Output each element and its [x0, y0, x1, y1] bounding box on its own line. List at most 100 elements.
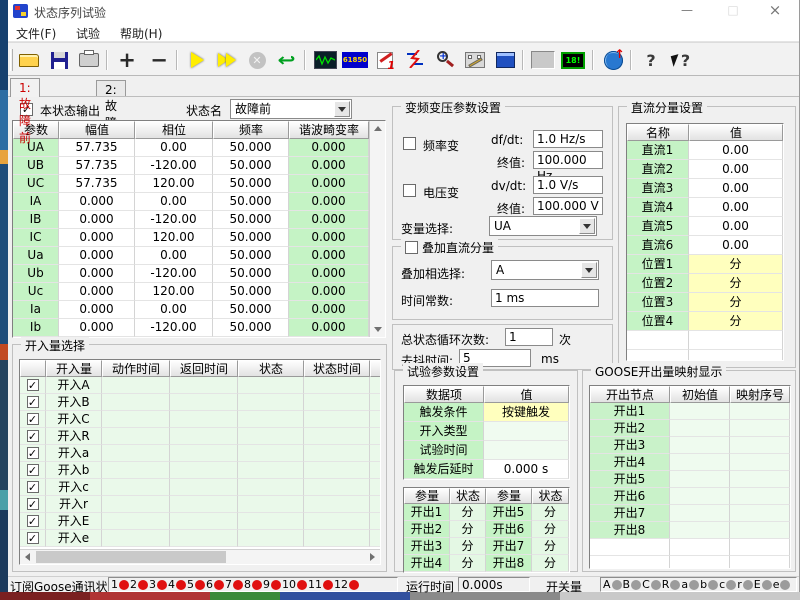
harmonic-cell[interactable]: 0.000 — [289, 337, 369, 338]
checkbox-checked-icon[interactable]: ✓ — [27, 396, 39, 408]
dc-value-cell[interactable]: 分 — [689, 274, 783, 293]
data-item-cell[interactable]: 试验时间 — [404, 441, 484, 460]
mapping-cell[interactable] — [370, 428, 380, 445]
state-cell[interactable] — [238, 530, 304, 547]
mapping-cell[interactable] — [370, 513, 380, 530]
dc-value-cell[interactable]: 分 — [689, 293, 783, 312]
checkbox-checked-icon[interactable]: ✓ — [27, 447, 39, 459]
action-time-cell[interactable] — [102, 428, 170, 445]
amplitude-cell[interactable]: 0.000 — [59, 283, 135, 301]
goose-initial-cell[interactable] — [670, 539, 730, 556]
data-item-cell[interactable]: 开入类型 — [404, 422, 484, 441]
mapping-cell[interactable] — [370, 462, 380, 479]
phase-cell[interactable]: -120.00 — [135, 157, 213, 175]
amplitude-cell[interactable]: 0.000 — [59, 265, 135, 283]
phase-cell[interactable]: -120.00 — [135, 211, 213, 229]
save-button[interactable] — [46, 47, 72, 73]
row-checkbox-cell[interactable]: ✓ — [20, 411, 46, 428]
phase-cell[interactable]: 120.00 — [135, 175, 213, 193]
goose-mapping-cell[interactable] — [730, 403, 790, 420]
input-name-cell[interactable]: 开入b — [46, 462, 102, 479]
led-display-button[interactable]: 18! — [560, 47, 586, 73]
state-cell[interactable] — [238, 479, 304, 496]
input-name-cell[interactable]: 开入B — [46, 394, 102, 411]
run-continuous-button[interactable] — [214, 47, 240, 73]
stop-button[interactable]: ✕ — [244, 47, 270, 73]
out-name-cell[interactable]: 开出6 — [486, 521, 532, 538]
col-data-item[interactable]: 数据项 — [404, 386, 484, 403]
input-name-cell[interactable]: 开入R — [46, 428, 102, 445]
col-out-param2[interactable]: 参量 — [486, 488, 532, 504]
mapping-cell[interactable] — [370, 445, 380, 462]
frequency-cell[interactable]: 50.000 — [213, 175, 289, 193]
col-out-param1[interactable]: 参量 — [404, 488, 450, 504]
return-time-cell[interactable] — [170, 479, 238, 496]
row-checkbox-cell[interactable]: ✓ — [20, 479, 46, 496]
col-amplitude[interactable]: 幅值 — [59, 121, 135, 139]
goose-initial-cell[interactable] — [670, 488, 730, 505]
phase-cell[interactable]: 120.00 — [135, 337, 213, 338]
param-name-cell[interactable]: IA — [13, 193, 59, 211]
dvdt-input[interactable]: 1.0 V/s — [533, 176, 603, 194]
col-initial-value[interactable]: 初始值 — [670, 386, 730, 403]
frequency-cell[interactable]: 50.000 — [213, 229, 289, 247]
dc-value-cell[interactable]: 分 — [689, 255, 783, 274]
goose-mapping-cell[interactable] — [730, 539, 790, 556]
dc-name-cell[interactable] — [627, 350, 689, 360]
dc-name-cell[interactable]: 直流3 — [627, 179, 689, 198]
col-return-time[interactable]: 返回时间 — [170, 360, 238, 377]
goose-node-cell[interactable] — [590, 539, 670, 556]
volt-final-input[interactable]: 100.000 V — [533, 197, 603, 215]
col-action-time[interactable]: 动作时间 — [102, 360, 170, 377]
harmonic-cell[interactable]: 0.000 — [289, 301, 369, 319]
goose-mapping-cell[interactable] — [730, 454, 790, 471]
data-value-cell[interactable]: 0.000 s — [484, 460, 569, 479]
harmonic-cell[interactable]: 0.000 — [289, 265, 369, 283]
frequency-cell[interactable]: 50.000 — [213, 157, 289, 175]
data-value-cell[interactable]: 按键触发 — [484, 403, 569, 422]
phase-cell[interactable]: 0.00 — [135, 247, 213, 265]
state-time-cell[interactable] — [304, 479, 370, 496]
phase-cell[interactable]: 0.00 — [135, 139, 213, 157]
param-name-cell[interactable]: IB — [13, 211, 59, 229]
amplitude-cell[interactable]: 0.000 — [59, 301, 135, 319]
menu-help[interactable]: 帮助(H) — [120, 25, 162, 42]
out-state-cell[interactable]: 分 — [450, 555, 486, 572]
phase-cell[interactable]: 0.00 — [135, 301, 213, 319]
goose-node-cell[interactable]: 开出3 — [590, 437, 670, 454]
phase-select[interactable]: A — [491, 260, 599, 280]
goose-node-cell[interactable]: 开出6 — [590, 488, 670, 505]
state-time-cell[interactable] — [304, 428, 370, 445]
col-input-name[interactable]: 开入量 — [46, 360, 102, 377]
harmonic-cell[interactable]: 0.000 — [289, 193, 369, 211]
harmonic-cell[interactable]: 0.000 — [289, 211, 369, 229]
action-time-cell[interactable] — [102, 513, 170, 530]
col-state[interactable]: 状态 — [238, 360, 304, 377]
input-name-cell[interactable]: 开入E — [46, 513, 102, 530]
maximize-button[interactable]: □ — [717, 0, 749, 22]
harmonic-cell[interactable]: 0.000 — [289, 319, 369, 337]
phase-cell[interactable]: -120.00 — [135, 265, 213, 283]
freq-change-checkbox[interactable] — [403, 137, 416, 153]
row-checkbox-cell[interactable]: ✓ — [20, 530, 46, 547]
tab-state-1[interactable]: 1:故障前 — [10, 78, 40, 97]
waveform-monitor-button[interactable] — [312, 47, 338, 73]
col-out-state1[interactable]: 状态 — [450, 488, 486, 504]
blank-button[interactable] — [530, 47, 556, 73]
out-state-cell[interactable]: 分 — [532, 504, 569, 521]
state-cell[interactable] — [238, 428, 304, 445]
data-item-cell[interactable]: 触发后延时 — [404, 460, 484, 479]
mapping-cell[interactable] — [370, 411, 380, 428]
add-state-button[interactable]: + — [114, 47, 140, 73]
col-mapping-index[interactable]: 映射序号 — [730, 386, 790, 403]
goose-mapping-cell[interactable] — [730, 437, 790, 454]
checkbox-unchecked-icon[interactable] — [403, 184, 416, 197]
dc-name-cell[interactable]: 直流4 — [627, 198, 689, 217]
menu-test[interactable]: 试验 — [76, 25, 100, 42]
iec61850-button[interactable]: 61850 — [342, 47, 368, 73]
dc-value-cell[interactable]: 分 — [689, 312, 783, 331]
goose-mapping-cell[interactable] — [730, 522, 790, 539]
run-button[interactable] — [184, 47, 210, 73]
param-name-cell[interactable]: Ib — [13, 319, 59, 337]
state-cell[interactable] — [238, 394, 304, 411]
